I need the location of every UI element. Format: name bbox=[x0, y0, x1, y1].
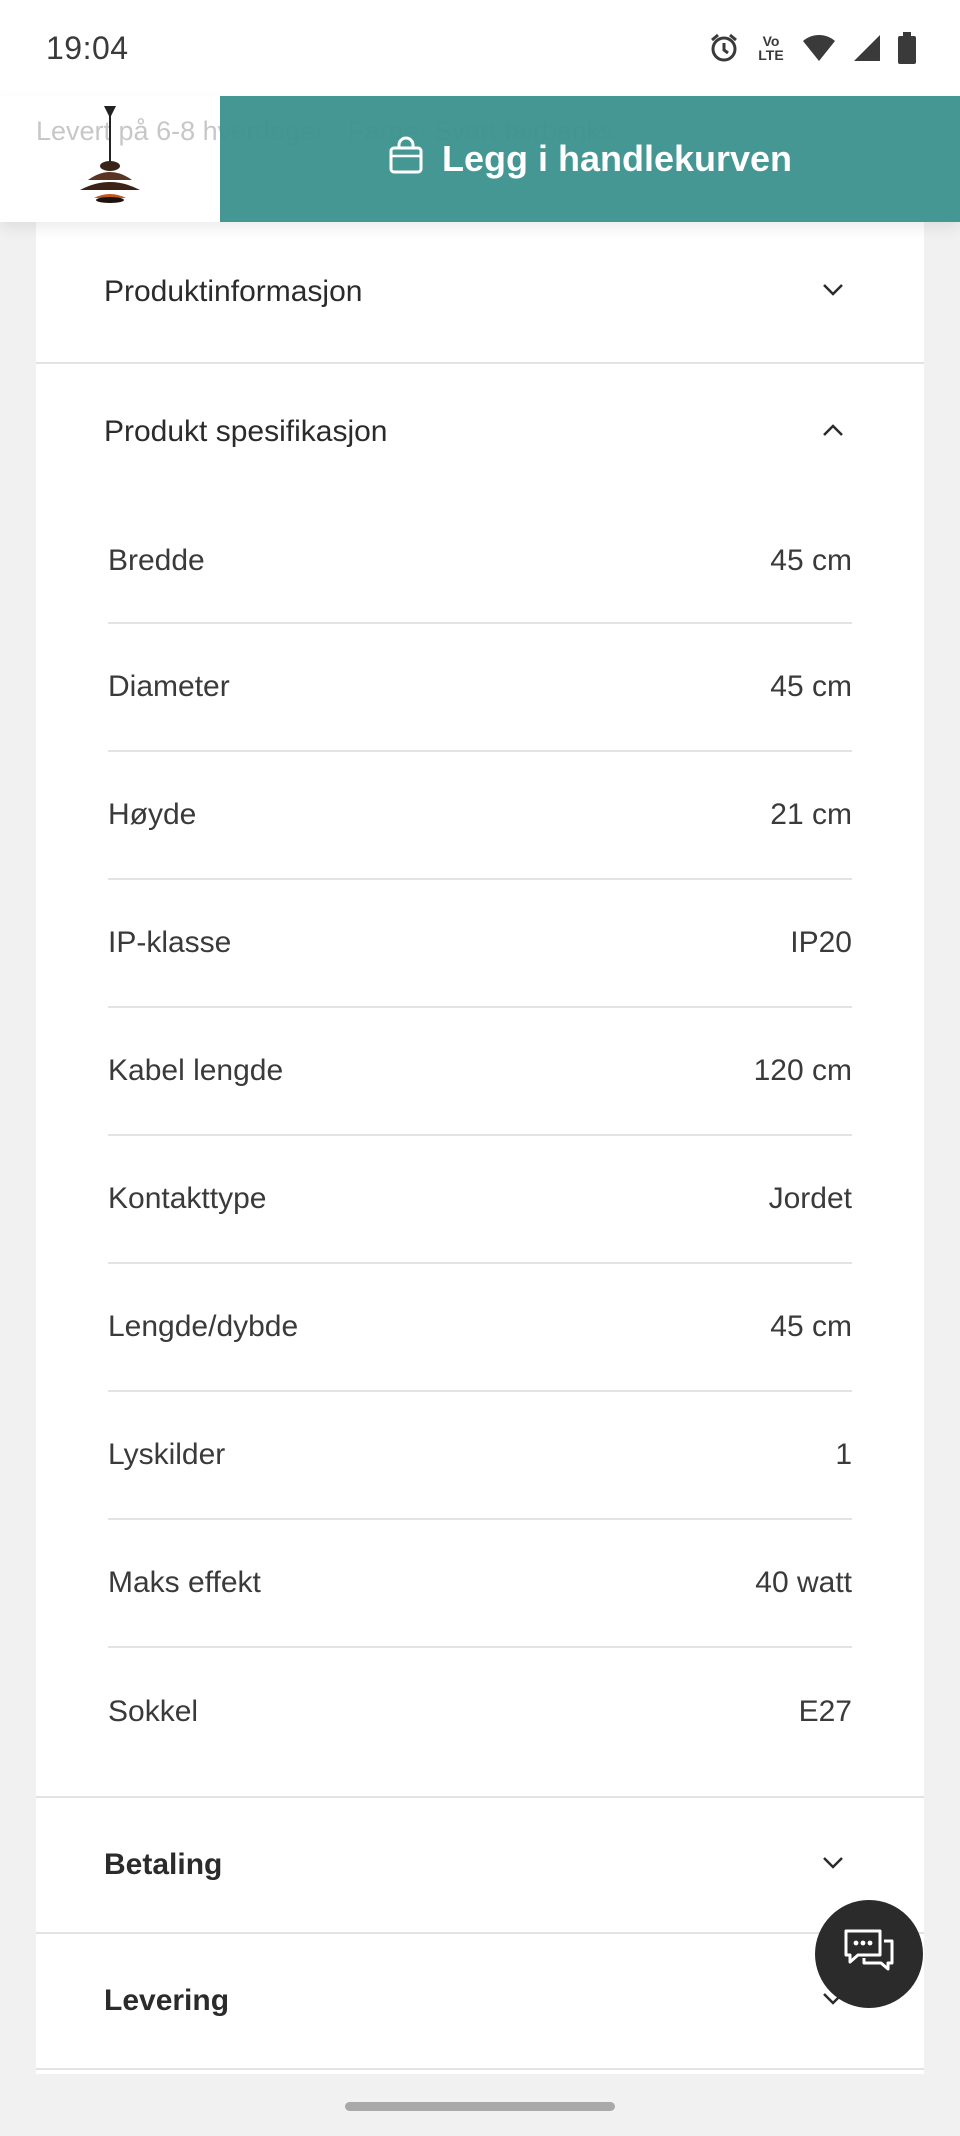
accordion-title: Levering bbox=[104, 1984, 230, 2017]
home-indicator[interactable] bbox=[345, 2102, 615, 2111]
spec-row: Lengde/dybde 45 cm bbox=[108, 1264, 852, 1392]
spec-value: IP20 bbox=[790, 926, 852, 959]
accordion-product-spec[interactable]: Produkt spesifikasjon bbox=[36, 364, 924, 500]
status-bar: 19:04 Vo LTE bbox=[0, 0, 960, 96]
accordion-delivery[interactable]: Levering bbox=[36, 1934, 924, 2070]
spec-label: Sokkel bbox=[108, 1695, 199, 1728]
spec-value: 45 cm bbox=[770, 1310, 852, 1343]
status-time: 19:04 bbox=[46, 29, 129, 66]
spec-list: Bredde 45 cm Diameter 45 cm Høyde 21 cm IP-… bbox=[36, 500, 924, 1776]
spec-label: Kontakttype bbox=[108, 1182, 267, 1215]
spec-label: Bredde bbox=[108, 544, 205, 577]
spec-label: IP-klasse bbox=[108, 926, 232, 959]
alarm-icon bbox=[708, 32, 740, 64]
spec-row: Bredde 45 cm bbox=[108, 500, 852, 624]
accordion-title: Betaling bbox=[104, 1848, 223, 1881]
wifi-icon bbox=[802, 33, 836, 63]
product-accordion: Produktinformasjon Produkt spesifikasjon… bbox=[36, 222, 924, 2074]
spec-value: 40 watt bbox=[755, 1566, 852, 1599]
add-to-cart-label: Legg i handlekurven bbox=[441, 138, 793, 179]
product-thumbnail bbox=[60, 102, 160, 216]
spec-label: Lengde/dybde bbox=[108, 1310, 299, 1343]
spec-value: 21 cm bbox=[770, 798, 852, 831]
sticky-cart-bar: Levert på 6-8 hverdager - Farge: Svart f… bbox=[0, 96, 960, 222]
spec-label: Kabel lengde bbox=[108, 1054, 284, 1087]
chevron-down-icon bbox=[822, 1856, 844, 1875]
shopping-bag-icon bbox=[388, 136, 424, 183]
status-icons: Vo LTE bbox=[708, 32, 916, 64]
spec-row: Høyde 21 cm bbox=[108, 752, 852, 880]
spec-row: Kontakttype Jordet bbox=[108, 1136, 852, 1264]
chat-icon bbox=[842, 1927, 896, 1982]
chat-button[interactable] bbox=[815, 1900, 923, 2008]
spec-label: Maks effekt bbox=[108, 1566, 261, 1599]
chevron-up-icon bbox=[822, 423, 844, 442]
spec-value: 120 cm bbox=[753, 1054, 852, 1087]
spec-value: 1 bbox=[835, 1438, 852, 1471]
chevron-down-icon bbox=[822, 283, 844, 302]
spec-label: Diameter bbox=[108, 670, 230, 703]
spec-row: Sokkel E27 bbox=[108, 1648, 852, 1776]
spec-value: E27 bbox=[798, 1695, 852, 1728]
spec-row: IP-klasse IP20 bbox=[108, 880, 852, 1008]
signal-icon bbox=[852, 33, 882, 63]
spec-section: Produkt spesifikasjon Bredde 45 cm Diamet… bbox=[36, 364, 924, 1798]
accordion-title: Produktinformasjon bbox=[104, 275, 363, 308]
spec-value: 45 cm bbox=[770, 544, 852, 577]
spec-row: Lyskilder 1 bbox=[108, 1392, 852, 1520]
spec-value: Jordet bbox=[768, 1182, 852, 1215]
battery-icon bbox=[898, 32, 916, 64]
spec-row: Kabel lengde 120 cm bbox=[108, 1008, 852, 1136]
accordion-product-info[interactable]: Produktinformasjon bbox=[36, 222, 924, 364]
spec-value: 45 cm bbox=[770, 670, 852, 703]
spec-row: Diameter 45 cm bbox=[108, 624, 852, 752]
add-to-cart-button[interactable]: Legg i handlekurven bbox=[220, 96, 960, 222]
spec-row: Maks effekt 40 watt bbox=[108, 1520, 852, 1648]
accordion-payment[interactable]: Betaling bbox=[36, 1798, 924, 1934]
volte-icon: Vo LTE bbox=[758, 33, 784, 63]
spec-label: Høyde bbox=[108, 798, 197, 831]
spec-label: Lyskilder bbox=[108, 1438, 226, 1471]
accordion-title: Produkt spesifikasjon bbox=[104, 415, 388, 448]
